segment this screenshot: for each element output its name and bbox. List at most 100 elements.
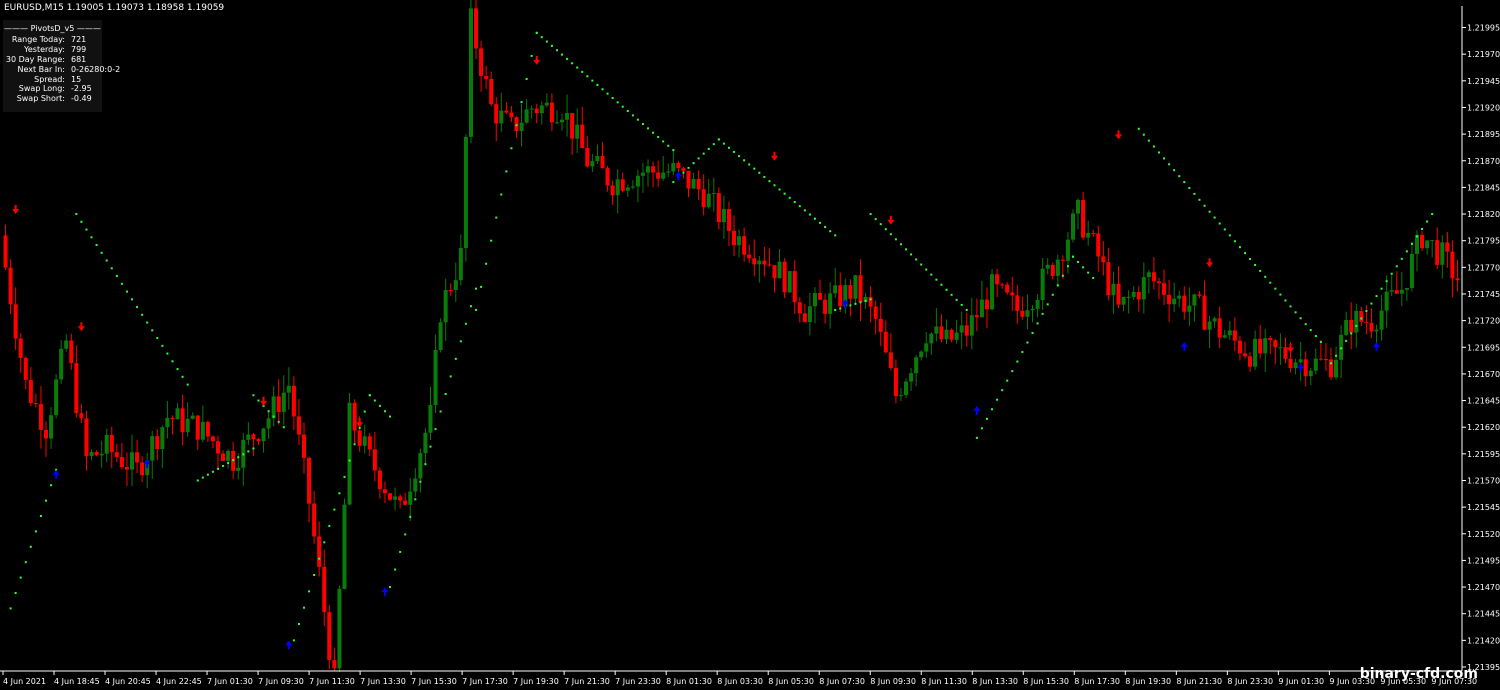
sar-dot [100,251,103,254]
sar-dot [910,253,913,256]
sar-dot [469,305,472,308]
info-row-30day-range: 30 Day Range: 681 [5,54,87,64]
down-arrow-signal [771,151,779,161]
sar-dot [475,308,478,311]
sar-dot [1163,157,1166,160]
sar-dot [166,352,169,355]
sar-dot [960,303,963,306]
candle-body [757,260,762,265]
y-tick-label: 1.21720 [1467,317,1500,326]
candle-body [1420,234,1425,249]
sar-dot [1319,340,1322,343]
sar-dot [712,143,715,146]
candle-body [387,493,393,500]
candle-body [94,451,99,456]
sar-dot [1395,265,1398,268]
sar-dot [110,267,113,270]
sar-dot [328,524,331,527]
candle-body [514,117,519,132]
sar-dot [34,530,37,533]
candle-body [1273,340,1278,348]
x-tick-label: 4 Jun 2021 [3,677,46,686]
candle-body [1116,283,1121,305]
y-tick-label: 1.21470 [1467,583,1500,592]
candle-body [853,275,858,299]
candle-body [458,248,463,281]
candle-body [256,439,261,442]
candle-body [1091,232,1096,234]
x-tick-label: 9 Jun 01:30 [1278,677,1324,686]
x-tick-label: 8 Jun 11:30 [921,677,967,686]
sar-dot [905,248,908,251]
candle-body [337,588,342,669]
candle-body [600,155,605,169]
sar-dot [702,152,705,155]
candle-body [585,147,590,167]
sar-dot [1178,175,1181,178]
candle-body [1212,318,1217,322]
candle-body [210,436,215,442]
sar-dot [181,375,184,378]
sar-dot [1345,339,1348,342]
candle-body [1253,338,1258,367]
sar-dot [697,157,700,160]
sar-dot [758,171,761,174]
candle-body [898,395,904,397]
candle-body [1303,359,1308,377]
candle-body [995,274,1000,285]
candle-body [767,264,772,266]
sar-dot [394,568,397,571]
sar-dot [1137,127,1140,130]
candle-body [129,452,135,470]
candle-body [701,189,706,208]
sar-dot [652,131,655,134]
candle-body [615,179,620,196]
candle-body [327,612,332,661]
candle-body [1283,347,1288,359]
candle-body [1187,305,1192,312]
sar-dot [1001,389,1004,392]
sar-dot [343,475,346,478]
sar-dot [813,217,816,220]
sar-dot [1006,379,1009,382]
sar-dot [1355,324,1358,327]
y-tick-label: 1.21695 [1467,343,1500,352]
candle-body [54,379,59,416]
sar-dot [444,392,447,395]
candle-body [59,348,64,380]
y-tick-label: 1.21795 [1467,237,1500,246]
candle-body [1237,340,1242,354]
sar-dot [657,136,660,139]
candle-body [468,8,473,137]
sar-dot [1254,263,1257,266]
candle-body [377,470,382,490]
sar-dot [505,170,508,173]
candle-body [1050,264,1055,276]
down-arrow-signal [887,215,895,225]
sar-dot [899,243,902,246]
sar-dot [1051,293,1054,296]
sar-dot [414,498,417,501]
sar-dot [586,75,589,78]
candle-body [312,503,317,537]
candle-body [271,396,276,419]
sar-dot [1233,240,1236,243]
candle-body [1121,297,1126,305]
candle-body [1081,199,1086,238]
sar-dot [19,576,22,579]
sar-dot [1036,322,1039,325]
candle-body [1374,329,1379,332]
sar-dot [738,155,741,158]
candle-body [221,453,226,461]
candle-body [1030,308,1035,311]
price-chart[interactable]: 1.21995 1.21970 1.21945 1.21920 1.21895 1.218… [0,0,1500,690]
sar-dot [115,275,118,278]
sar-dot [1243,252,1246,255]
y-tick-label: 1.21445 [1467,610,1500,619]
sar-dot [434,428,437,431]
signal-arrows-layer [12,55,1381,650]
sar-dot [1335,354,1338,357]
sar-dot [869,213,872,216]
candle-body [1379,310,1384,330]
sar-dot [950,293,953,296]
